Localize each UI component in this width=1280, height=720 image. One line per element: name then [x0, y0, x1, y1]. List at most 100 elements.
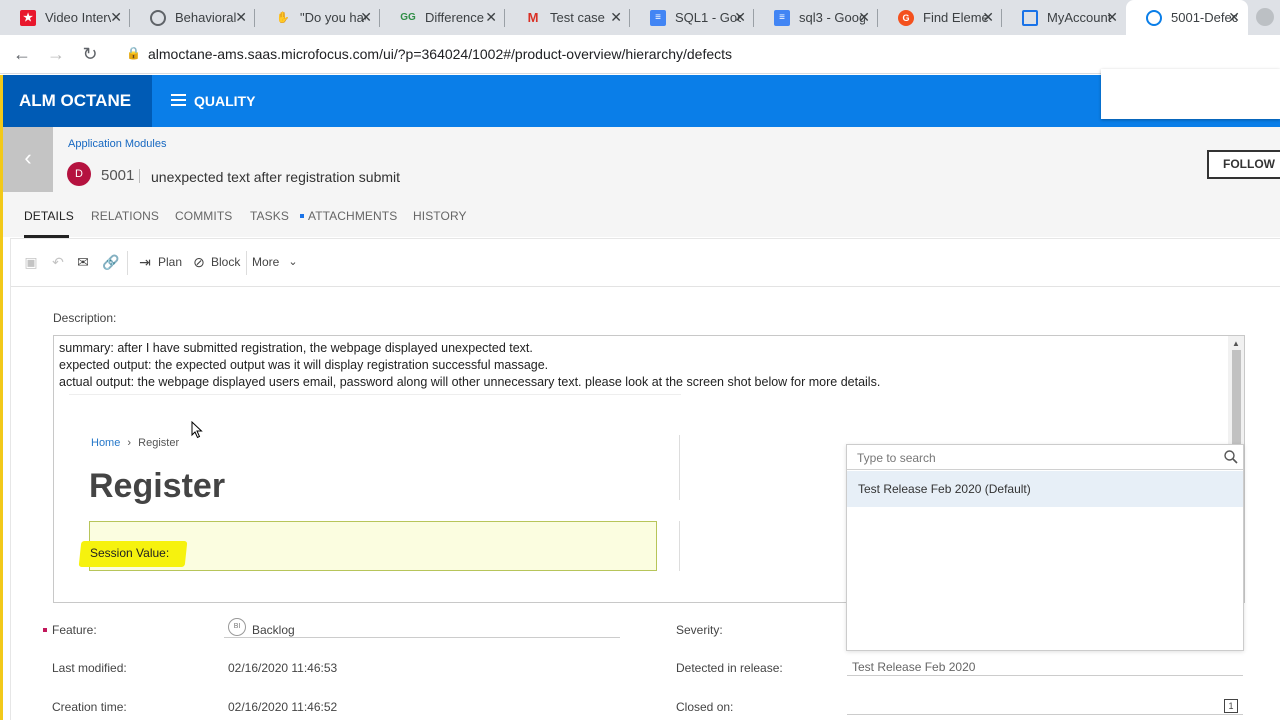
undo-icon[interactable]: ↶ — [50, 254, 66, 270]
close-tab-icon[interactable]: ✕ — [110, 9, 122, 26]
browser-tab[interactable]: M Test case ✕ — [505, 0, 630, 35]
close-tab-icon[interactable]: ✕ — [235, 9, 247, 26]
dropdown-option[interactable]: Test Release Feb 2020 (Default) — [847, 471, 1243, 507]
browser-tab[interactable]: GG Difference ✕ — [380, 0, 505, 35]
description-line: expected output: the expected output was… — [59, 358, 549, 372]
divider — [679, 435, 680, 500]
browser-tab[interactable]: Behavioral ✕ — [130, 0, 255, 35]
required-indicator — [43, 628, 47, 632]
entity-name[interactable]: unexpected text after registration submi… — [151, 169, 400, 185]
back-button[interactable]: ‹ — [3, 127, 53, 192]
circle-icon: G — [898, 9, 914, 26]
gmail-icon: M — [527, 10, 539, 25]
docs-icon: ≡ — [650, 9, 666, 26]
closed-on-label: Closed on: — [676, 700, 734, 714]
browser-tab[interactable]: ✋ "Do you have ✕ — [255, 0, 380, 35]
last-modified-label: Last modified: — [52, 661, 127, 675]
plan-button[interactable]: Plan — [158, 255, 182, 269]
tab-tasks[interactable]: TASKS — [250, 209, 289, 223]
brand-logo[interactable]: ALM OCTANE — [0, 75, 152, 127]
save-icon[interactable]: ▣ — [23, 254, 39, 270]
creation-time-label: Creation time: — [52, 700, 127, 714]
description-label: Description: — [53, 311, 117, 325]
description-line: summary: after I have submitted registra… — [59, 341, 533, 355]
session-value-label: Session Value: — [90, 546, 170, 560]
feature-field[interactable]: Backlog — [252, 623, 295, 637]
detected-release-label: Detected in release: — [676, 661, 783, 675]
detail-tabs: DETAILS RELATIONS COMMITS TASKS ATTACHME… — [3, 200, 1280, 238]
last-modified-value: 02/16/2020 11:46:53 — [228, 661, 338, 675]
release-dropdown: Type to search Test Release Feb 2020 (De… — [846, 444, 1244, 651]
reload-icon[interactable]: ↻ — [78, 43, 102, 65]
forward-icon[interactable]: → — [44, 43, 68, 65]
block-button[interactable]: Block — [211, 255, 240, 269]
divider — [246, 251, 247, 275]
toolbar: ▣ ↶ ✉ 🔗 ⇥ Plan ⊘ Block More ⌄ — [11, 239, 1280, 287]
scroll-thumb[interactable] — [1232, 350, 1241, 446]
close-tab-icon[interactable]: ✕ — [982, 9, 994, 26]
browser-tab[interactable]: ★ Video Interview ✕ — [0, 0, 130, 35]
tab-commits[interactable]: COMMITS — [175, 209, 232, 223]
detected-release-field[interactable]: Test Release Feb 2020 — [852, 660, 975, 674]
calendar-icon[interactable]: 1 — [1224, 699, 1238, 713]
menu-icon[interactable] — [171, 94, 186, 107]
browser-tab[interactable]: ≡ sql3 - Google ✕ — [754, 0, 878, 35]
chevron-down-icon[interactable]: ⌄ — [285, 254, 301, 270]
browser-tab[interactable]: ≡ SQL1 - Google ✕ — [630, 0, 754, 35]
gfg-icon: GG — [400, 12, 416, 23]
search-icon[interactable] — [1223, 449, 1239, 465]
close-tab-icon[interactable]: ✕ — [1106, 9, 1118, 26]
screenshot-title: Register — [89, 467, 226, 505]
feature-label: Feature: — [52, 623, 97, 637]
link-icon[interactable]: 🔗 — [102, 254, 119, 270]
plan-icon[interactable]: ⇥ — [137, 254, 153, 270]
creation-time-value: 02/16/2020 11:46:52 — [228, 700, 338, 714]
mouse-cursor-icon — [191, 421, 203, 439]
address-bar-row: ← → ↻ 🔒 almoctane-ams.saas.microfocus.co… — [0, 35, 1280, 74]
close-tab-icon[interactable]: ✕ — [1228, 9, 1240, 26]
star-icon: ★ — [20, 9, 36, 26]
close-tab-icon[interactable]: ✕ — [610, 9, 622, 26]
close-tab-icon[interactable]: ✕ — [858, 9, 870, 26]
screenshot-breadcrumb: Home › Register — [91, 437, 180, 449]
close-tab-icon[interactable]: ✕ — [360, 9, 372, 26]
tab-history[interactable]: HISTORY — [413, 209, 467, 223]
browser-tab-active[interactable]: 5001-Defect ✕ — [1126, 0, 1248, 35]
dropdown-search-input[interactable]: Type to search — [847, 445, 1243, 470]
close-tab-icon[interactable]: ✕ — [734, 9, 746, 26]
email-icon[interactable]: ✉ — [75, 254, 91, 270]
divider — [127, 251, 128, 275]
block-icon[interactable]: ⊘ — [191, 254, 207, 270]
more-button[interactable]: More — [252, 255, 279, 269]
module-name[interactable]: QUALITY — [194, 75, 255, 127]
app-header: ALM OCTANE QUALITY — [0, 69, 1280, 127]
header-popup — [1101, 69, 1280, 119]
url-field[interactable]: 🔒 almoctane-ams.saas.microfocus.com/ui/?… — [116, 40, 1280, 69]
browser-tab[interactable]: MyAccount ✕ — [1002, 0, 1126, 35]
back-icon[interactable]: ← — [10, 43, 34, 65]
tab-relations[interactable]: RELATIONS — [91, 209, 159, 223]
follow-button[interactable]: FOLLOW — [1207, 150, 1280, 179]
field-underline — [224, 637, 620, 638]
attachment-indicator — [300, 214, 304, 218]
scroll-up-icon[interactable]: ▲ — [1232, 339, 1240, 348]
tab-details[interactable]: DETAILS — [24, 209, 74, 223]
profile-icon[interactable] — [1256, 8, 1274, 26]
tab-attachments[interactable]: ATTACHMENTS — [308, 209, 397, 223]
lock-icon: 🔒 — [126, 46, 141, 60]
divider — [139, 169, 140, 183]
square-icon — [1022, 9, 1038, 26]
browser-tab[interactable]: G Find Elements ✕ — [878, 0, 1002, 35]
docs-icon: ≡ — [774, 9, 790, 26]
breadcrumb[interactable]: Application Modules — [68, 138, 166, 150]
entity-type-badge: D — [67, 162, 91, 186]
feature-type-badge: BI — [228, 618, 246, 636]
field-underline — [847, 675, 1243, 676]
field-underline — [847, 714, 1243, 715]
octane-icon — [1146, 9, 1162, 26]
browser-tab-strip: ★ Video Interview ✕ Behavioral ✕ ✋ "Do y… — [0, 0, 1280, 35]
close-tab-icon[interactable]: ✕ — [485, 9, 497, 26]
divider — [679, 521, 680, 571]
globe-icon — [150, 9, 166, 26]
hand-icon: ✋ — [276, 12, 290, 24]
